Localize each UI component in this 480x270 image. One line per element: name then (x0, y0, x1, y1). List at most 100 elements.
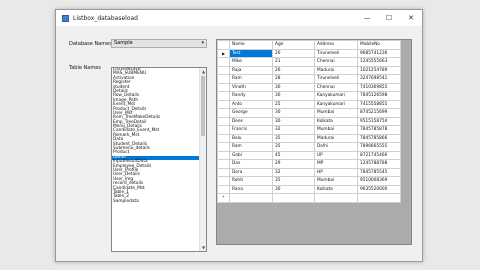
table-cell[interactable]: 30 (272, 91, 315, 101)
table-cell[interactable]: Gobi (229, 150, 273, 160)
table-row[interactable]: ▶ Test 20 Tirunelveli 9685741236 (217, 48, 401, 58)
column-header-age[interactable]: Age (272, 40, 315, 50)
listbox-scrollbar[interactable]: ▲ ▼ (199, 68, 206, 251)
table-cell[interactable]: 7896665555 (357, 142, 401, 152)
table-row[interactable]: Dora 32 HP 7845785545 (217, 167, 401, 177)
row-header[interactable] (217, 91, 230, 101)
table-row[interactable]: Ram 28 Tirunelveli 3247698541 (217, 74, 401, 84)
row-header[interactable] (217, 176, 230, 186)
table-cell[interactable]: Mike (229, 57, 273, 67)
table-cell[interactable]: 7845785545 (357, 167, 401, 177)
table-cell[interactable]: Mumbai (314, 108, 358, 118)
table-row[interactable]: Gobi 45 UP 8721745466 (217, 150, 401, 160)
table-cell[interactable]: Francis (229, 125, 273, 135)
minimize-button[interactable]: — (356, 10, 378, 26)
row-header[interactable] (217, 142, 230, 152)
row-header[interactable] (217, 108, 230, 118)
table-cell[interactable]: 45 (272, 150, 315, 160)
row-header[interactable] (217, 133, 230, 143)
table-cell[interactable]: Delhi (314, 142, 358, 152)
table-cell[interactable]: Ram (229, 142, 273, 152)
title-bar[interactable]: Listbox_databaseload — ☐ ✕ (56, 10, 422, 26)
row-header[interactable] (217, 99, 230, 109)
table-cell[interactable]: HP (314, 167, 358, 177)
table-cell[interactable]: Mumbai (314, 125, 358, 135)
table-cell[interactable]: 9510008369 (357, 176, 401, 186)
table-cell[interactable]: 21 (272, 57, 315, 67)
table-cell[interactable] (272, 193, 315, 203)
table-cell[interactable]: Madurai (314, 133, 358, 143)
table-cell[interactable] (229, 193, 273, 203)
table-cell[interactable]: Chennai (314, 57, 358, 67)
table-cell[interactable]: 9685741236 (357, 48, 401, 58)
table-cell[interactable]: 7845785866 (357, 133, 401, 143)
table-cell[interactable]: Randy (229, 91, 273, 101)
column-header-name[interactable]: Name (229, 40, 273, 50)
table-cell[interactable]: 20 (272, 48, 315, 58)
row-header[interactable] (217, 116, 230, 126)
table-row[interactable]: Ram 35 Delhi 7896665555 (217, 142, 401, 152)
table-row[interactable]: Rohit 35 Mumbai 9510008369 (217, 176, 401, 186)
chevron-down-icon[interactable]: ▾ (201, 40, 204, 47)
table-cell[interactable]: George (229, 108, 273, 118)
table-cell[interactable]: Ram (229, 74, 273, 84)
table-cell[interactable]: 35 (272, 176, 315, 186)
table-row[interactable]: George 30 Mumbai 8745215699 (217, 108, 401, 118)
table-cell[interactable]: Das (229, 159, 273, 169)
row-header[interactable] (217, 57, 230, 67)
scroll-up-icon[interactable]: ▲ (200, 68, 206, 75)
table-cell[interactable]: Madurai (314, 65, 358, 75)
row-header[interactable] (217, 65, 230, 75)
scroll-thumb[interactable] (201, 76, 205, 136)
column-header-mobile[interactable]: MobileNo (357, 40, 401, 50)
table-cell[interactable]: Anto (229, 99, 273, 109)
row-header[interactable] (217, 159, 230, 169)
table-cell[interactable]: 30 (272, 82, 315, 92)
database-combo[interactable]: Sample ▾ (111, 39, 207, 48)
table-row[interactable]: Raja 26 Madurai 1021254789 (217, 65, 401, 75)
table-cell[interactable]: Kolkata (314, 116, 358, 126)
table-row[interactable]: Mike 21 Chennai 1245555663 (217, 57, 401, 67)
table-row[interactable]: Balu 35 Madurai 7845785866 (217, 133, 401, 143)
table-cell[interactable]: 29 (272, 159, 315, 169)
table-cell[interactable]: 26 (272, 65, 315, 75)
table-cell[interactable]: 35 (272, 142, 315, 152)
scroll-down-icon[interactable]: ▼ (200, 244, 206, 251)
table-cell[interactable] (314, 193, 358, 203)
table-cell[interactable]: Tirunelveli (314, 74, 358, 84)
table-cell[interactable] (357, 193, 401, 203)
new-row-marker[interactable]: * (217, 193, 230, 203)
row-header[interactable] (217, 184, 230, 194)
table-cell[interactable]: 30 (272, 116, 315, 126)
table-names-listbox[interactable]: Listviewsave MAS_SUBMENU Activation Registe… (111, 67, 207, 252)
table-cell[interactable]: 7410369855 (357, 82, 401, 92)
table-cell[interactable]: 35 (272, 133, 315, 143)
table-cell[interactable]: Raja (229, 65, 273, 75)
row-header[interactable] (217, 74, 230, 84)
table-cell[interactable]: 1245555663 (357, 57, 401, 67)
list-item[interactable]: Sampledata (112, 199, 206, 204)
table-cell[interactable]: 30 (272, 184, 315, 194)
table-cell[interactable]: 32 (272, 167, 315, 177)
table-cell[interactable]: 3247698541 (357, 74, 401, 84)
table-cell[interactable]: 28 (272, 74, 315, 84)
table-row[interactable]: Dees 30 Kolkata 9515158754 (217, 116, 401, 126)
column-header-address[interactable]: Address (314, 40, 358, 50)
table-cell[interactable]: 1245788788 (357, 159, 401, 169)
row-header[interactable] (217, 125, 230, 135)
table-cell[interactable]: 7845126598 (357, 91, 401, 101)
table-cell[interactable]: MP (314, 159, 358, 169)
table-row[interactable]: Randy 30 Kanyakumari 7845126598 (217, 91, 401, 101)
table-cell[interactable]: 8721745466 (357, 150, 401, 160)
table-cell[interactable]: 32 (272, 125, 315, 135)
table-cell[interactable]: 7845785878 (357, 125, 401, 135)
table-cell[interactable]: Dora (229, 167, 273, 177)
table-cell[interactable]: Mumbai (314, 176, 358, 186)
table-cell[interactable]: Dees (229, 116, 273, 126)
table-cell[interactable]: Chennai (314, 82, 358, 92)
table-row[interactable]: Rana 30 Kolkata 9635520000 (217, 184, 401, 194)
table-row[interactable]: Anto 25 Kanyakumari 7415558855 (217, 99, 401, 109)
new-row[interactable]: * (217, 193, 401, 203)
table-cell[interactable]: Rohit (229, 176, 273, 186)
table-row[interactable]: Das 29 MP 1245788788 (217, 159, 401, 169)
